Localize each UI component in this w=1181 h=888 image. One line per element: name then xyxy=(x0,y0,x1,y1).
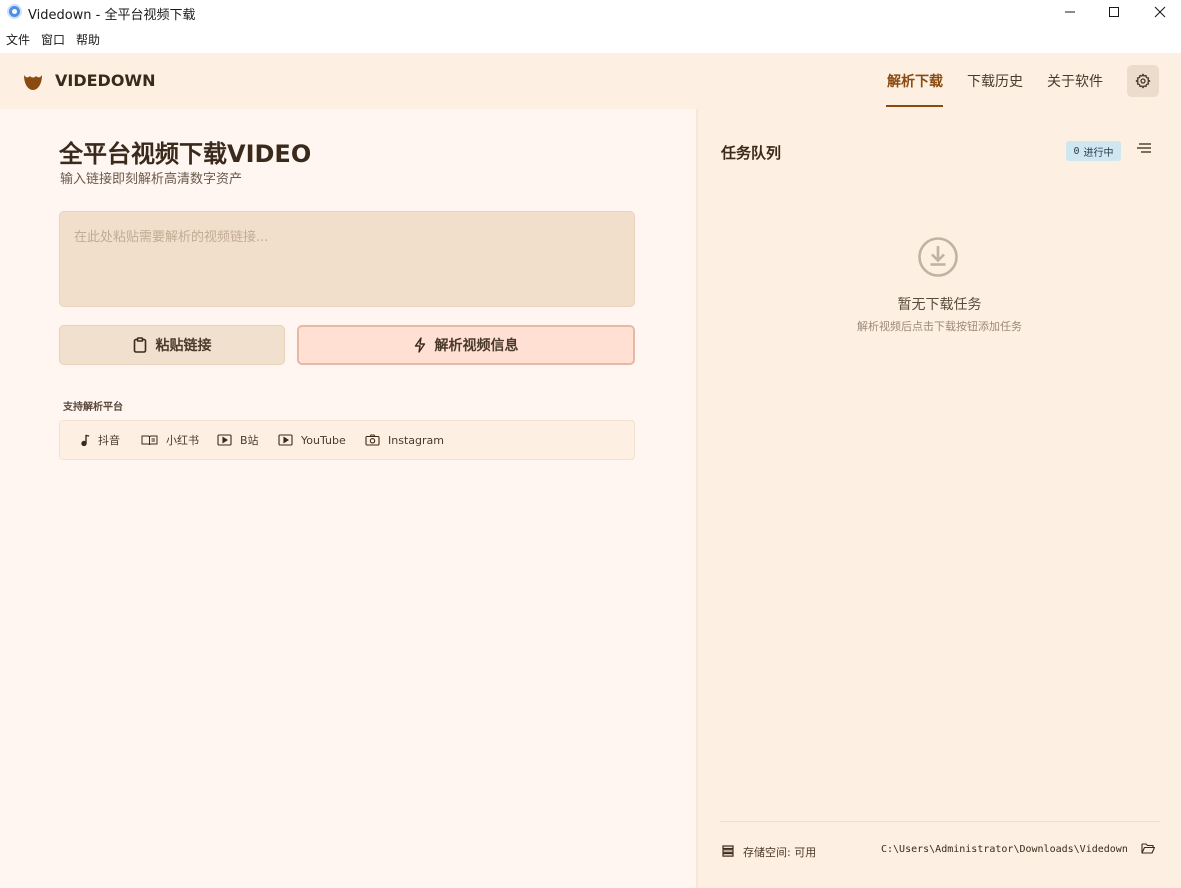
platform-instagram: Instagram xyxy=(365,421,444,459)
platforms-heading: 支持解析平台 xyxy=(63,402,123,413)
window-title: Videdown - 全平台视频下载 xyxy=(28,8,196,23)
logo-icon xyxy=(24,75,42,90)
music-note-icon xyxy=(81,434,90,446)
play-box-icon xyxy=(278,434,293,446)
parse-video-label: 解析视频信息 xyxy=(434,338,519,354)
status-badge: 0 进行中 xyxy=(1066,141,1121,161)
close-button[interactable] xyxy=(1137,0,1181,24)
lightning-icon xyxy=(414,337,425,353)
queue-title: 任务队列 xyxy=(721,144,782,162)
empty-state-subtitle: 解析视频后点击下载按钮添加任务 xyxy=(857,320,1022,333)
folder-open-icon[interactable] xyxy=(1141,842,1155,855)
parse-video-button[interactable]: 解析视频信息 xyxy=(297,325,635,365)
app-header: VIDEDOWN 解析下载 下载历史 关于软件 xyxy=(0,53,1181,109)
menu-window[interactable]: 窗口 xyxy=(35,30,71,50)
video-url-input[interactable] xyxy=(59,211,635,307)
paste-link-button[interactable]: 粘贴链接 xyxy=(59,325,285,365)
maximize-icon xyxy=(1109,7,1119,17)
paste-link-label: 粘贴链接 xyxy=(155,338,212,354)
clipboard-icon xyxy=(133,337,146,353)
tab-parse-download[interactable]: 解析下载 xyxy=(887,71,943,109)
tab-download-history[interactable]: 下载历史 xyxy=(967,71,1023,109)
platform-xiaohongshu: 小红书 xyxy=(141,421,199,459)
page-title: 全平台视频下载VIDEO xyxy=(59,140,312,168)
storage-status: 存储空间: 可用 xyxy=(743,846,817,859)
tab-about[interactable]: 关于软件 xyxy=(1047,71,1103,109)
platform-list: 抖音 小红书 B站 YouTube Instagram xyxy=(59,420,635,460)
active-tab-indicator xyxy=(886,105,943,107)
empty-state-title: 暂无下载任务 xyxy=(897,297,982,313)
minimize-icon xyxy=(1065,11,1075,13)
platform-youtube: YouTube xyxy=(278,421,346,459)
brand-name: VIDEDOWN xyxy=(55,71,156,90)
platform-bilibili: B站 xyxy=(217,421,259,459)
menu-bar: 文件 窗口 帮助 xyxy=(0,30,105,50)
menu-file[interactable]: 文件 xyxy=(0,30,36,50)
download-circle-icon xyxy=(918,237,958,277)
maximize-button[interactable] xyxy=(1091,0,1137,24)
settings-button[interactable] xyxy=(1127,65,1159,97)
page-subtitle: 输入链接即刻解析高清数字资产 xyxy=(60,172,243,187)
window-titlebar: Videdown - 全平台视频下载 xyxy=(0,0,1181,26)
play-box-icon xyxy=(217,434,232,446)
camera-icon xyxy=(365,434,380,446)
download-path: C:\Users\Administrator\Downloads\Videdow… xyxy=(881,844,1128,855)
app-icon xyxy=(7,4,22,19)
minimize-button[interactable] xyxy=(1047,0,1093,24)
close-icon xyxy=(1154,6,1166,18)
sort-lines-icon[interactable] xyxy=(1136,142,1152,156)
footer-divider xyxy=(720,821,1160,822)
book-icon xyxy=(141,435,158,445)
gear-icon xyxy=(1135,73,1151,89)
platform-douyin: 抖音 xyxy=(80,421,120,459)
parse-panel: 全平台视频下载VIDEO 输入链接即刻解析高清数字资产 粘贴链接 解析视频信息 … xyxy=(0,109,696,888)
menu-help[interactable]: 帮助 xyxy=(70,30,106,50)
storage-icon xyxy=(722,845,734,857)
task-queue-panel: 任务队列 0 进行中 暂无下载任务 解析视频后点击下载按钮添加任务 存储空间: … xyxy=(698,109,1181,888)
